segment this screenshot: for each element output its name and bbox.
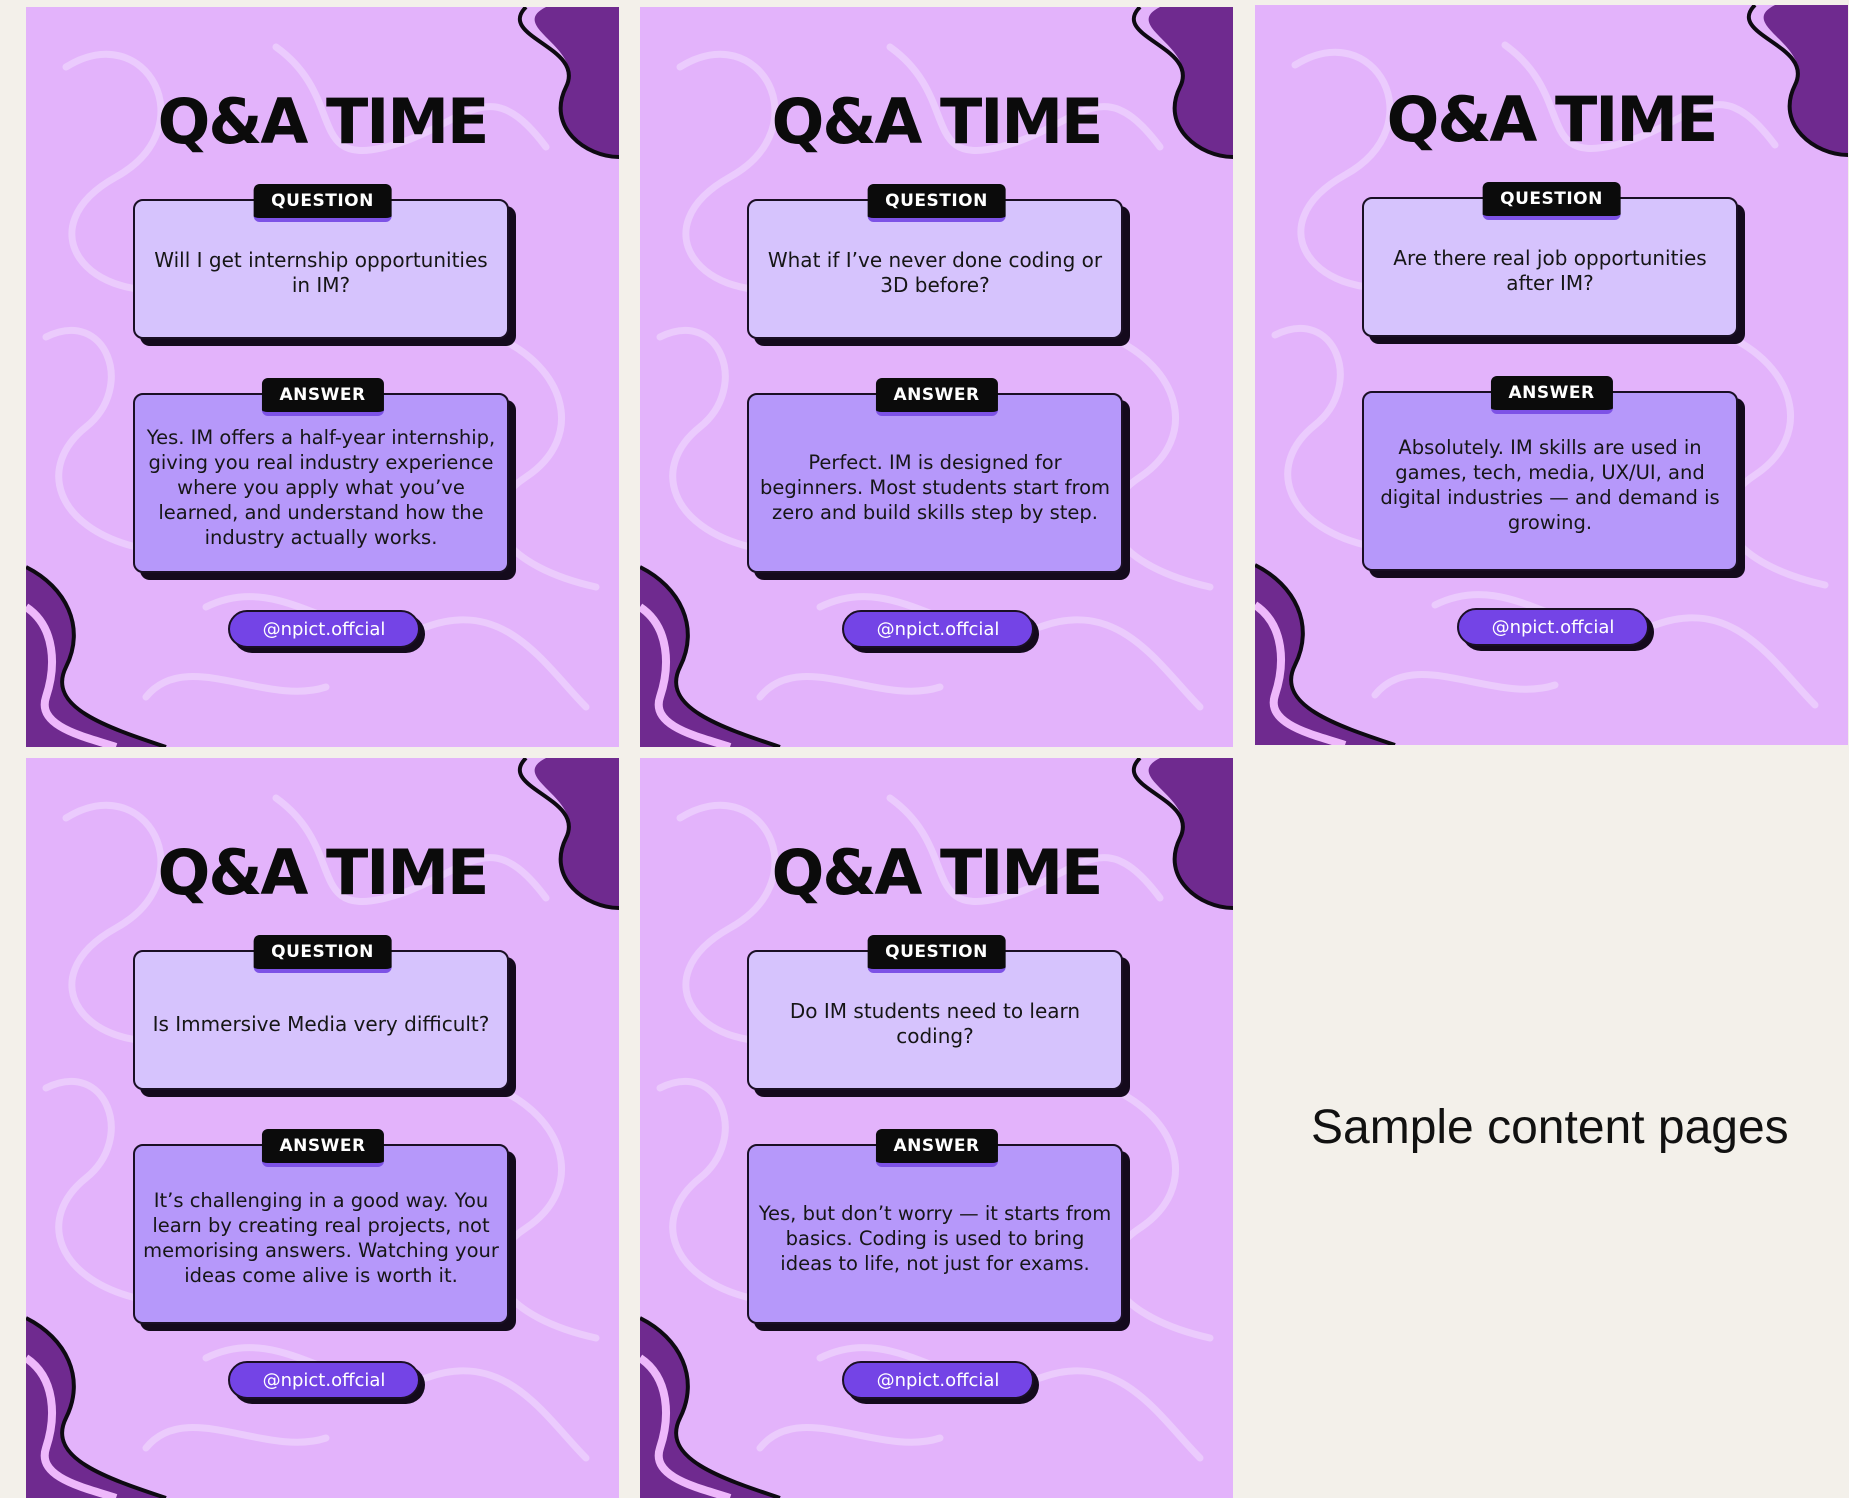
social-handle-pill: @npict.offcial [228, 610, 420, 648]
qa-card-1: Q&A TIME Will I get internship opportuni… [26, 7, 619, 747]
qa-card-2: Q&A TIME What if I’ve never done coding … [640, 7, 1233, 747]
answer-label: ANSWER [875, 378, 998, 416]
card-title: Q&A TIME [157, 85, 490, 158]
question-text: What if I’ve never done coding or 3D bef… [767, 248, 1103, 297]
social-handle-pill: @npict.offcial [842, 610, 1034, 648]
question-text: Will I get internship opportunities in I… [154, 248, 488, 297]
card-title: Q&A TIME [771, 85, 1104, 158]
question-label: QUESTION [253, 935, 392, 973]
card-title: Q&A TIME [157, 836, 490, 909]
question-label: QUESTION [253, 184, 392, 222]
qa-card-4: Q&A TIME Is Immersive Media very difficu… [26, 758, 619, 1498]
answer-box: Perfect. IM is designed for beginners. M… [747, 393, 1123, 573]
question-text: Is Immersive Media very difficult? [152, 1011, 490, 1036]
social-handle-pill: @npict.offcial [228, 1361, 420, 1399]
answer-label: ANSWER [261, 1129, 384, 1167]
answer-text: Yes, but don’t worry — it starts from ba… [758, 1201, 1112, 1275]
social-handle-pill: @npict.offcial [842, 1361, 1034, 1399]
answer-label: ANSWER [261, 378, 384, 416]
answer-box: It’s challenging in a good way. You lear… [133, 1144, 509, 1324]
qa-card-3: Q&A TIME Are there real job opportunitie… [1255, 5, 1848, 745]
question-label: QUESTION [867, 935, 1006, 973]
social-handle-pill: @npict.offcial [1457, 608, 1649, 646]
question-text: Do IM students need to learn coding? [789, 999, 1081, 1048]
answer-box: Yes, but don’t worry — it starts from ba… [747, 1144, 1123, 1324]
card-title: Q&A TIME [1386, 83, 1719, 156]
caption-text: Sample content pages [1311, 1101, 1789, 1154]
answer-text: Absolutely. IM skills are used in games,… [1380, 436, 1720, 534]
answer-box: Yes. IM offers a half-year internship, g… [133, 393, 509, 573]
question-text: Are there real job opportunities after I… [1393, 246, 1707, 295]
answer-text: It’s challenging in a good way. You lear… [143, 1189, 499, 1287]
answer-label: ANSWER [1490, 376, 1613, 414]
answer-label: ANSWER [875, 1129, 998, 1167]
answer-text: Yes. IM offers a half-year internship, g… [146, 425, 496, 549]
card-title: Q&A TIME [771, 836, 1104, 909]
answer-box: Absolutely. IM skills are used in games,… [1362, 391, 1738, 571]
qa-card-5: Q&A TIME Do IM students need to learn co… [640, 758, 1233, 1498]
question-label: QUESTION [1482, 182, 1621, 220]
answer-text: Perfect. IM is designed for beginners. M… [759, 450, 1111, 524]
question-label: QUESTION [867, 184, 1006, 222]
